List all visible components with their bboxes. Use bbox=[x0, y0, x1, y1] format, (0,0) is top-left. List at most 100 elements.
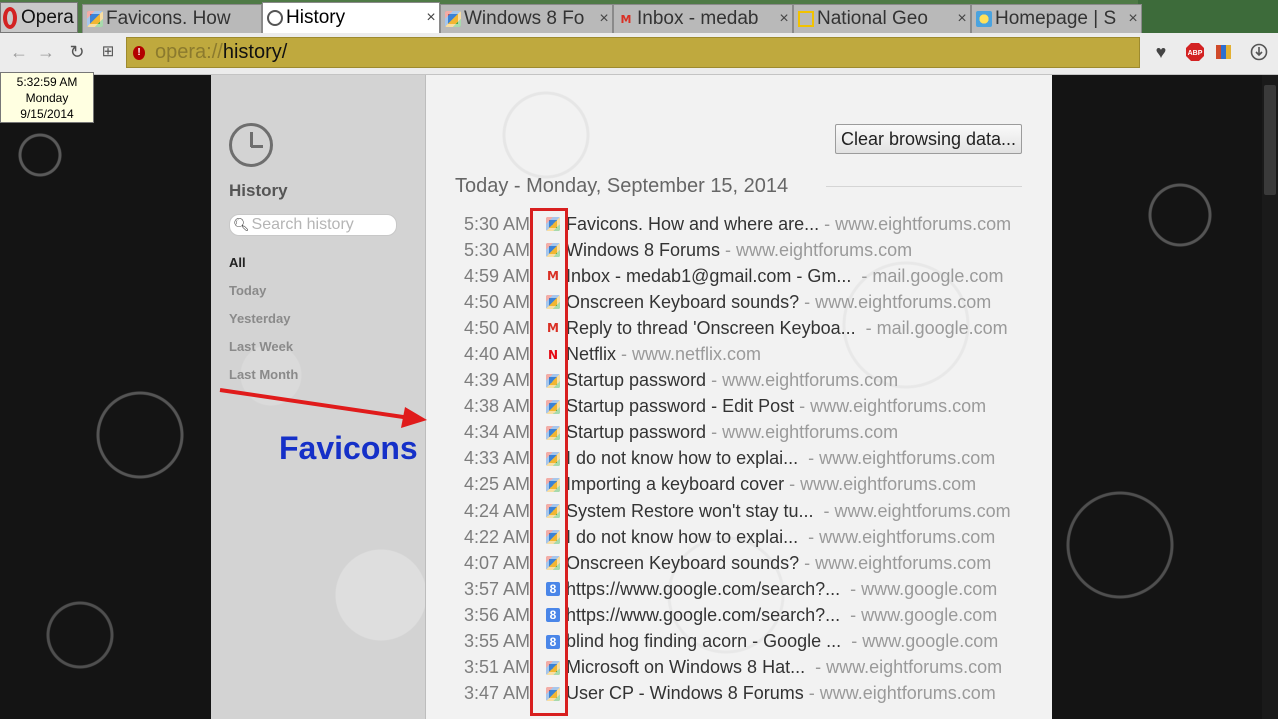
clock-tooltip: 5:32:59 AM Monday 9/15/2014 bbox=[0, 72, 94, 123]
address-bar[interactable]: ! opera://history/ bbox=[126, 37, 1140, 68]
entry-domain: www.eightforums.com bbox=[834, 500, 1011, 521]
url-path: history/ bbox=[222, 41, 288, 63]
clock-time: 5:32:59 AM bbox=[16, 75, 78, 89]
tab-windows8[interactable]: Windows 8 Fo × bbox=[440, 4, 613, 33]
history-entry[interactable]: 4:22 AM I do not know how to explai... - … bbox=[426, 524, 1052, 550]
tab-homepage[interactable]: Homepage | S × bbox=[971, 4, 1142, 33]
entry-domain: www.eightforums.com bbox=[819, 683, 996, 704]
history-entry[interactable]: 4:34 AM Startup password - www.eightforum… bbox=[426, 420, 1052, 446]
entry-domain: www.netflix.com bbox=[632, 344, 762, 365]
entry-domain: www.eightforums.com bbox=[835, 213, 1012, 234]
history-entry[interactable]: 4:33 AM I do not know how to explai... - … bbox=[426, 446, 1052, 472]
search-box[interactable]: 🔍︎ bbox=[229, 214, 397, 236]
tab-close-icon[interactable]: × bbox=[423, 9, 439, 27]
entry-separator: - bbox=[616, 344, 633, 365]
entry-time: 5:30 AM bbox=[463, 239, 530, 260]
entry-domain: www.eightforums.com bbox=[736, 239, 913, 260]
tab-history[interactable]: History × bbox=[262, 2, 440, 33]
entry-title[interactable]: Reply to thread 'Onscreen Keyboa... bbox=[566, 318, 856, 339]
history-entry[interactable]: 4:50 AM Onscreen Keyboard sounds? - www.e… bbox=[426, 289, 1052, 315]
forward-icon[interactable]: → bbox=[35, 41, 57, 63]
history-entry[interactable]: 3:47 AM User CP - Windows 8 Forums - www.… bbox=[426, 681, 1052, 707]
history-entry[interactable]: 4:50 AM M Reply to thread 'Onscreen Keyboa… bbox=[426, 315, 1052, 341]
entry-title[interactable]: https://www.google.com/search?... bbox=[566, 605, 840, 626]
entry-title[interactable]: Startup password - Edit Post bbox=[566, 396, 794, 417]
entry-title[interactable]: Microsoft on Windows 8 Hat... bbox=[566, 657, 805, 678]
entry-title[interactable]: Onscreen Keyboard sounds? bbox=[566, 292, 799, 313]
entry-time: 3:56 AM bbox=[463, 604, 530, 625]
entry-time: 4:34 AM bbox=[463, 422, 530, 443]
history-entry[interactable]: 5:30 AM Favicons. How and where are... - … bbox=[426, 211, 1052, 237]
entry-title[interactable]: I do not know how to explai... bbox=[566, 448, 798, 469]
entry-time: 4:25 AM bbox=[463, 474, 530, 495]
filter-today[interactable]: Today bbox=[229, 281, 298, 309]
tab-favicons[interactable]: Favicons. How bbox=[82, 4, 262, 33]
history-entry[interactable]: 4:24 AM System Restore won't stay tu... -… bbox=[426, 498, 1052, 524]
entry-title[interactable]: https://www.google.com/search?... bbox=[566, 579, 840, 600]
page-scrollbar[interactable] bbox=[1262, 75, 1278, 719]
history-entry[interactable]: 3:56 AM 8 https://www.google.com/search?..… bbox=[426, 602, 1052, 628]
navigation-toolbar: ← → ↻ ⊞ ! opera://history/ ♥ ABP bbox=[0, 33, 1278, 75]
history-entry[interactable]: 4:59 AM M Inbox - medab1@gmail.com - Gm...… bbox=[426, 263, 1052, 289]
entry-title[interactable]: User CP - Windows 8 Forums bbox=[566, 683, 804, 704]
history-entry[interactable]: 3:55 AM 8 blind hog finding acorn - Google… bbox=[426, 629, 1052, 655]
entry-title[interactable]: I do not know how to explai... bbox=[566, 527, 798, 548]
entry-time: 4:07 AM bbox=[463, 552, 530, 573]
back-icon[interactable]: ← bbox=[8, 41, 30, 63]
entry-time: 4:38 AM bbox=[463, 396, 530, 417]
gmail-favicon-icon: M bbox=[620, 12, 632, 26]
filter-all[interactable]: All bbox=[229, 253, 298, 281]
history-entry[interactable]: 4:07 AM Onscreen Keyboard sounds? - www.e… bbox=[426, 550, 1052, 576]
tab-title: Inbox - medab bbox=[637, 8, 759, 29]
entry-title[interactable]: Onscreen Keyboard sounds? bbox=[566, 553, 799, 574]
entry-domain: www.eightforums.com bbox=[815, 552, 992, 573]
clear-browsing-data-button[interactable]: Clear browsing data... bbox=[835, 124, 1022, 154]
svg-text:ABP: ABP bbox=[1188, 50, 1203, 57]
history-entry[interactable]: 4:25 AM Importing a keyboard cover - www.… bbox=[426, 472, 1052, 498]
tab-close-icon[interactable]: × bbox=[596, 10, 612, 28]
download-icon[interactable] bbox=[1248, 41, 1270, 63]
speed-dial-icon[interactable]: ⊞ bbox=[97, 41, 119, 63]
heart-icon[interactable]: ♥ bbox=[1150, 41, 1172, 63]
entry-separator: - bbox=[794, 396, 811, 417]
history-entry[interactable]: 3:51 AM Microsoft on Windows 8 Hat... - w… bbox=[426, 655, 1052, 681]
entry-time: 4:39 AM bbox=[463, 370, 530, 391]
entry-separator: - bbox=[855, 317, 877, 338]
entry-title[interactable]: Importing a keyboard cover bbox=[566, 474, 784, 495]
history-entry[interactable]: 4:40 AM N Netflix - www.netflix.com bbox=[426, 341, 1052, 367]
tab-inbox[interactable]: M Inbox - medab × bbox=[613, 4, 793, 33]
reload-icon[interactable]: ↻ bbox=[66, 41, 88, 63]
history-entry[interactable]: 4:38 AM Startup password - Edit Post - ww… bbox=[426, 394, 1052, 420]
entry-title[interactable]: Inbox - medab1@gmail.com - Gm... bbox=[566, 266, 851, 287]
history-entry[interactable]: 4:39 AM Startup password - www.eightforum… bbox=[426, 368, 1052, 394]
entry-time: 4:24 AM bbox=[463, 500, 530, 521]
entry-time: 5:30 AM bbox=[463, 213, 530, 234]
entry-title[interactable]: blind hog finding acorn - Google ... bbox=[566, 631, 841, 652]
entry-title[interactable]: Windows 8 Forums bbox=[566, 240, 720, 261]
scrollbar-thumb[interactable] bbox=[1264, 85, 1276, 195]
entry-domain: www.google.com bbox=[862, 631, 999, 652]
entry-title[interactable]: Favicons. How and where are... bbox=[566, 214, 819, 235]
entry-title[interactable]: Startup password bbox=[566, 422, 706, 443]
entry-title[interactable]: Netflix bbox=[566, 344, 616, 365]
entry-title[interactable]: System Restore won't stay tu... bbox=[566, 501, 814, 522]
tab-close-icon[interactable]: × bbox=[1125, 10, 1141, 28]
date-heading: Today - Monday, September 15, 2014 bbox=[455, 175, 789, 197]
filter-yesterday[interactable]: Yesterday bbox=[229, 309, 298, 337]
adblock-icon[interactable]: ABP bbox=[1184, 41, 1206, 63]
opera-menu-button[interactable]: Opera bbox=[0, 2, 78, 33]
site-info-icon[interactable]: ! bbox=[133, 45, 145, 60]
filter-last-week[interactable]: Last Week bbox=[229, 337, 298, 365]
entry-separator: - bbox=[798, 448, 820, 469]
favicons-annotation-label: Favicons bbox=[279, 430, 418, 466]
tab-close-icon[interactable]: × bbox=[776, 10, 792, 28]
entry-time: 4:59 AM bbox=[463, 265, 530, 286]
search-input[interactable] bbox=[249, 216, 392, 234]
entry-title[interactable]: Startup password bbox=[566, 370, 706, 391]
tab-natgeo[interactable]: National Geo × bbox=[793, 4, 971, 33]
sidebar-title: History bbox=[229, 181, 288, 200]
history-entry[interactable]: 5:30 AM Windows 8 Forums - www.eightforum… bbox=[426, 237, 1052, 263]
tab-close-icon[interactable]: × bbox=[954, 10, 970, 28]
history-entry[interactable]: 3:57 AM 8 https://www.google.com/search?..… bbox=[426, 576, 1052, 602]
bookmarks-icon[interactable] bbox=[1213, 41, 1235, 63]
